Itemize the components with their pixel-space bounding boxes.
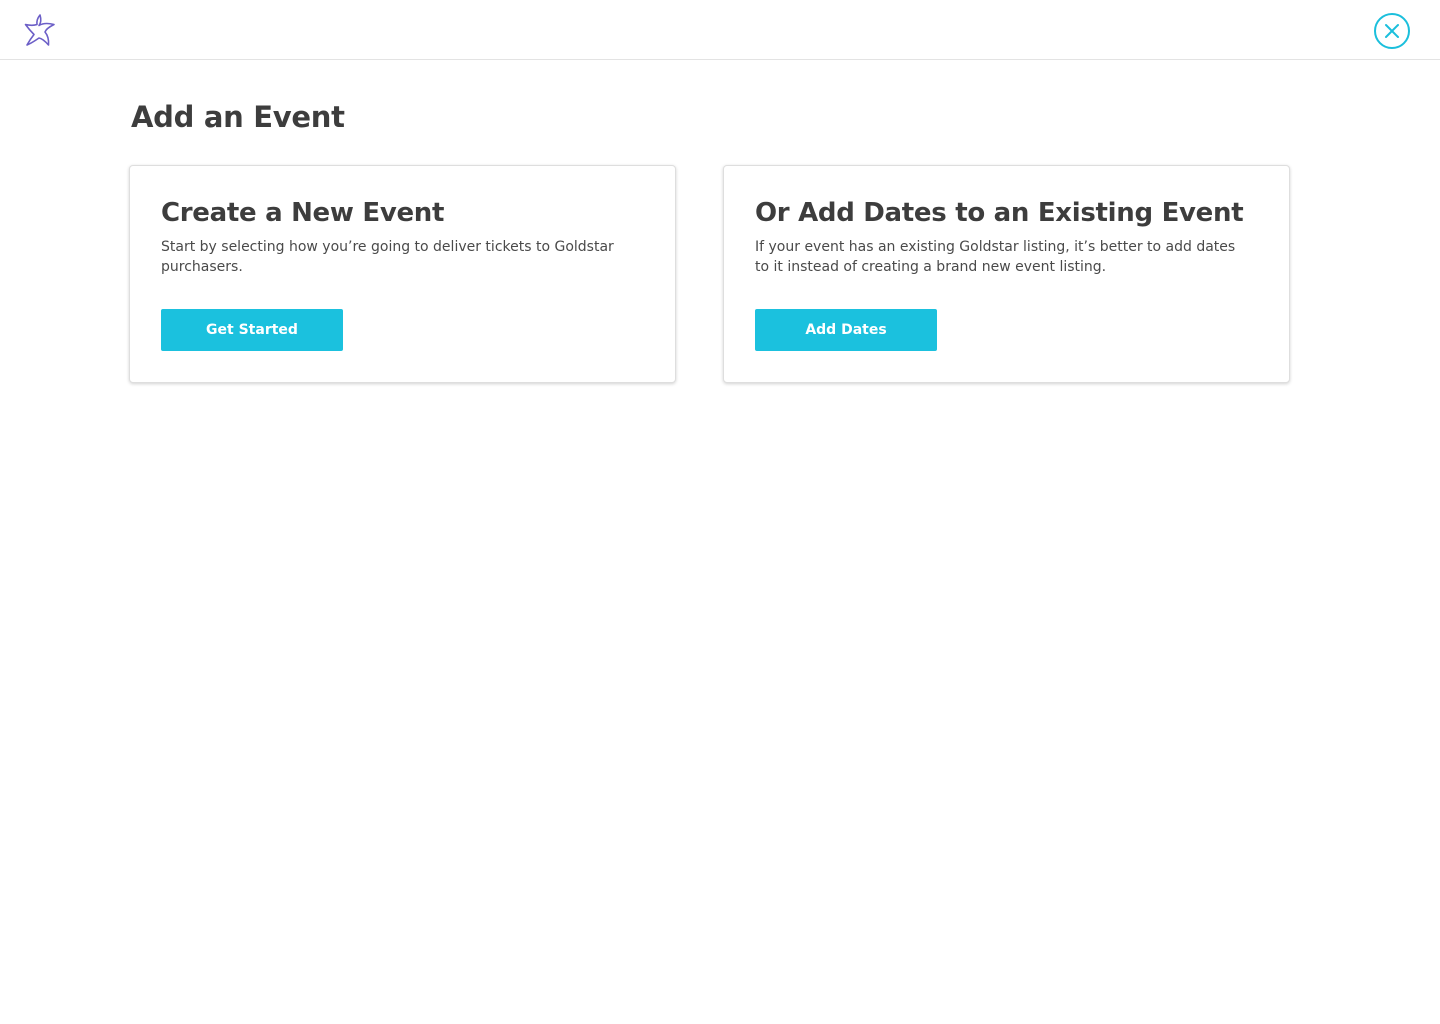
add-dates-card: Or Add Dates to an Existing Event If you… (723, 165, 1290, 383)
add-dates-button[interactable]: Add Dates (755, 309, 937, 351)
goldstar-star-logo-icon[interactable] (22, 12, 58, 48)
close-button[interactable] (1374, 13, 1410, 49)
close-icon (1385, 24, 1399, 38)
card-title: Create a New Event (161, 198, 445, 228)
card-description: If your event has an existing Goldstar l… (755, 239, 1236, 275)
get-started-button[interactable]: Get Started (161, 309, 343, 351)
page-title: Add an Event (131, 100, 345, 134)
card-description: Start by selecting how you’re going to d… (161, 239, 614, 275)
card-title: Or Add Dates to an Existing Event (755, 198, 1244, 228)
top-bar (0, 0, 1440, 60)
create-new-event-card: Create a New Event Start by selecting ho… (129, 165, 676, 383)
